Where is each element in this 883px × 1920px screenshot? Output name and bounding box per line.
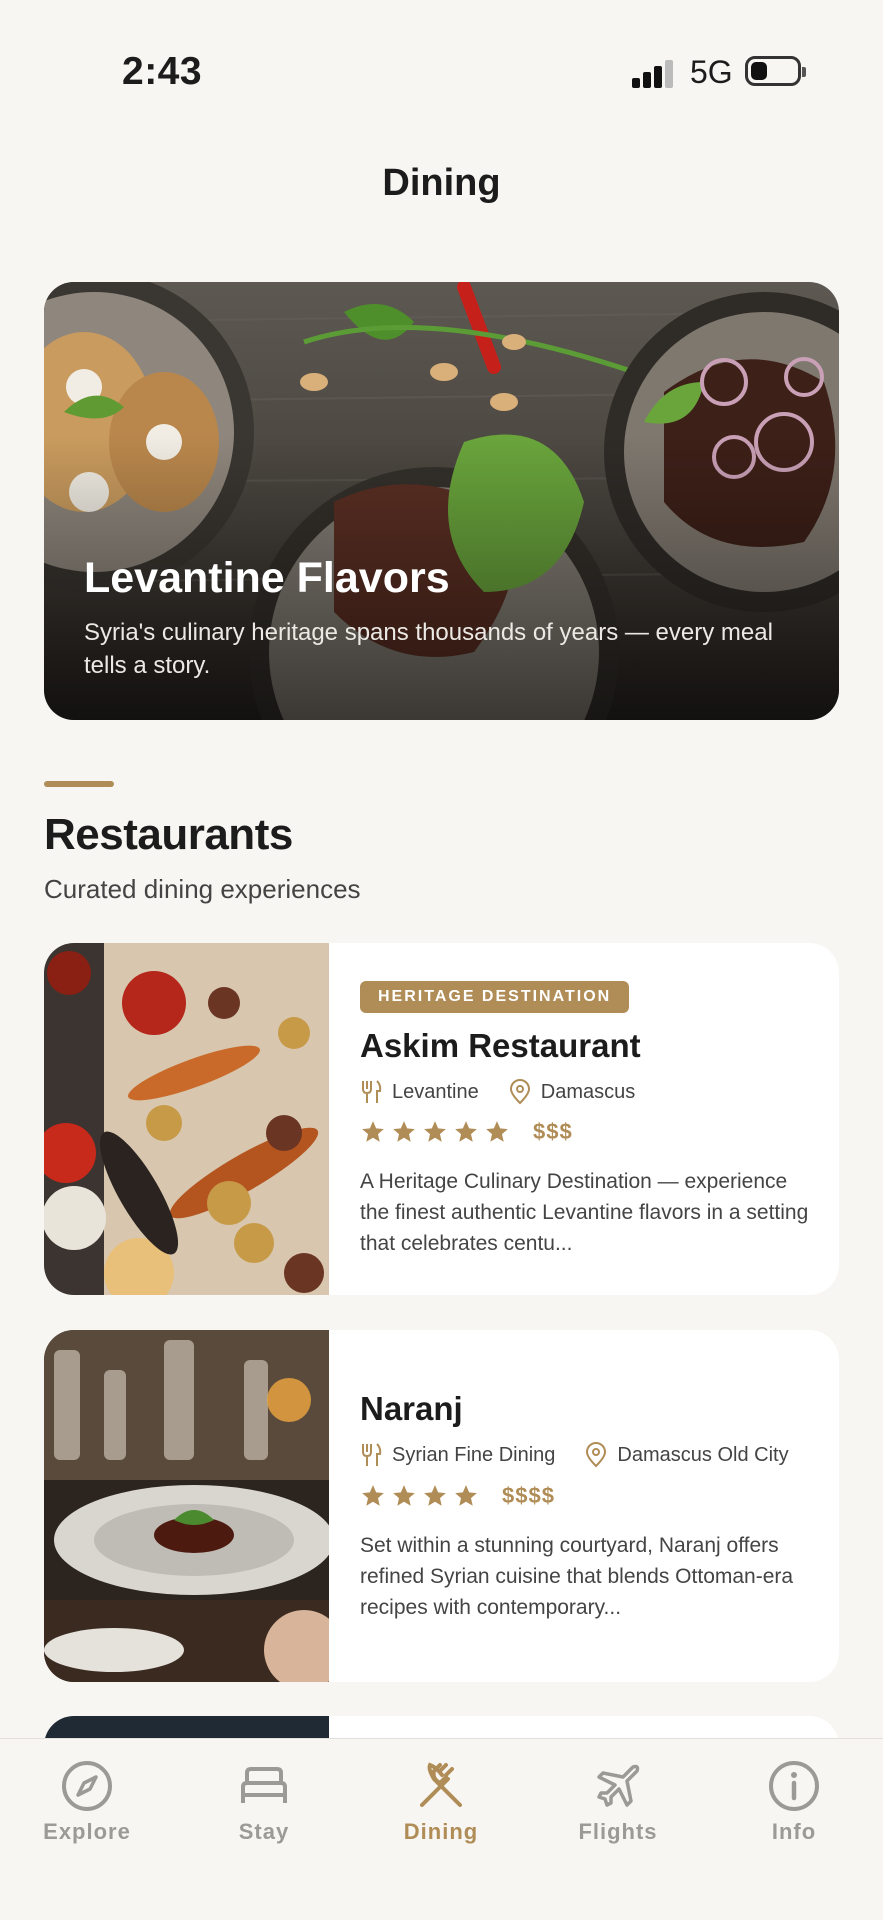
fork-knife-icon [362,1080,382,1103]
hero-title: Levantine Flavors [84,554,450,602]
restaurant-name: Naranj [360,1390,463,1427]
heritage-badge: HERITAGE DESTINATION [360,981,630,1013]
tab-explore[interactable]: Explore [12,1759,162,1845]
restaurant-meta: Levantine Damascus [360,1079,635,1105]
restaurant-image [44,943,329,1295]
cuisine-label: Syrian Fine Dining [392,1443,556,1466]
page-title: Dining [382,162,501,204]
status-bar: 2:43 5G [0,0,883,140]
section-title: Restaurants [44,810,293,859]
tab-label: Stay [238,1819,290,1844]
compass-icon [62,1761,112,1811]
hero-banner[interactable]: Levantine Flavors Syria's culinary herit… [44,282,839,720]
network-type: 5G [690,54,733,90]
tab-info[interactable]: Info [719,1759,869,1845]
fork-knife-icon [420,1762,462,1807]
star-rating [360,1119,515,1145]
section-accent-line [44,781,114,787]
info-icon [769,1761,819,1811]
bed-icon [241,1767,287,1803]
star-icon [362,1485,384,1506]
restaurant-card[interactable]: Naranj Syrian Fine Dining Damascus Old C… [44,1330,839,1682]
location-label: Damascus [540,1080,636,1103]
bottom-tab-bar: Explore Stay Dining Flights Info [0,1738,883,1920]
star-icon [393,1485,415,1506]
location-pin-icon [586,1442,607,1468]
tab-label: Flights [578,1819,658,1844]
star-icon [486,1121,508,1142]
fork-knife-icon [362,1443,382,1466]
star-rating [360,1483,484,1509]
location-pin-icon [509,1079,530,1105]
tab-dining[interactable]: Dining [366,1759,516,1845]
star-icon [424,1485,446,1506]
section-subtitle: Curated dining experiences [44,874,361,904]
signal-icon [632,60,674,88]
restaurant-card[interactable]: HERITAGE DESTINATION Askim Restaurant Le… [44,943,839,1295]
battery-icon [745,56,806,86]
tab-label: Info [771,1819,817,1844]
star-icon [455,1121,477,1142]
restaurant-meta: Syrian Fine Dining Damascus Old City [360,1442,789,1468]
status-time: 2:43 [122,50,203,93]
star-icon [362,1121,384,1142]
star-icon [393,1121,415,1142]
restaurant-description: Set within a stunning courtyard, Naranj … [360,1534,794,1619]
plane-icon [597,1764,640,1807]
hero-subtitle: Syria's culinary heritage spans thousand… [84,619,773,679]
location-label: Damascus Old City [617,1443,789,1466]
tab-flights[interactable]: Flights [543,1759,693,1845]
restaurant-name: Askim Restaurant [360,1027,641,1064]
tab-label: Dining [403,1819,479,1844]
restaurant-image [44,1330,329,1682]
rating: $$$ [360,1119,573,1145]
tab-stay[interactable]: Stay [189,1759,339,1845]
price-level: $$$ [533,1119,573,1144]
price-level: $$$$ [502,1483,555,1508]
cuisine-label: Levantine [392,1080,479,1103]
tab-label: Explore [43,1819,131,1844]
star-icon [455,1485,477,1506]
restaurant-description: A Heritage Culinary Destination — experi… [360,1170,809,1255]
rating: $$$$ [360,1483,555,1509]
star-icon [424,1121,446,1142]
